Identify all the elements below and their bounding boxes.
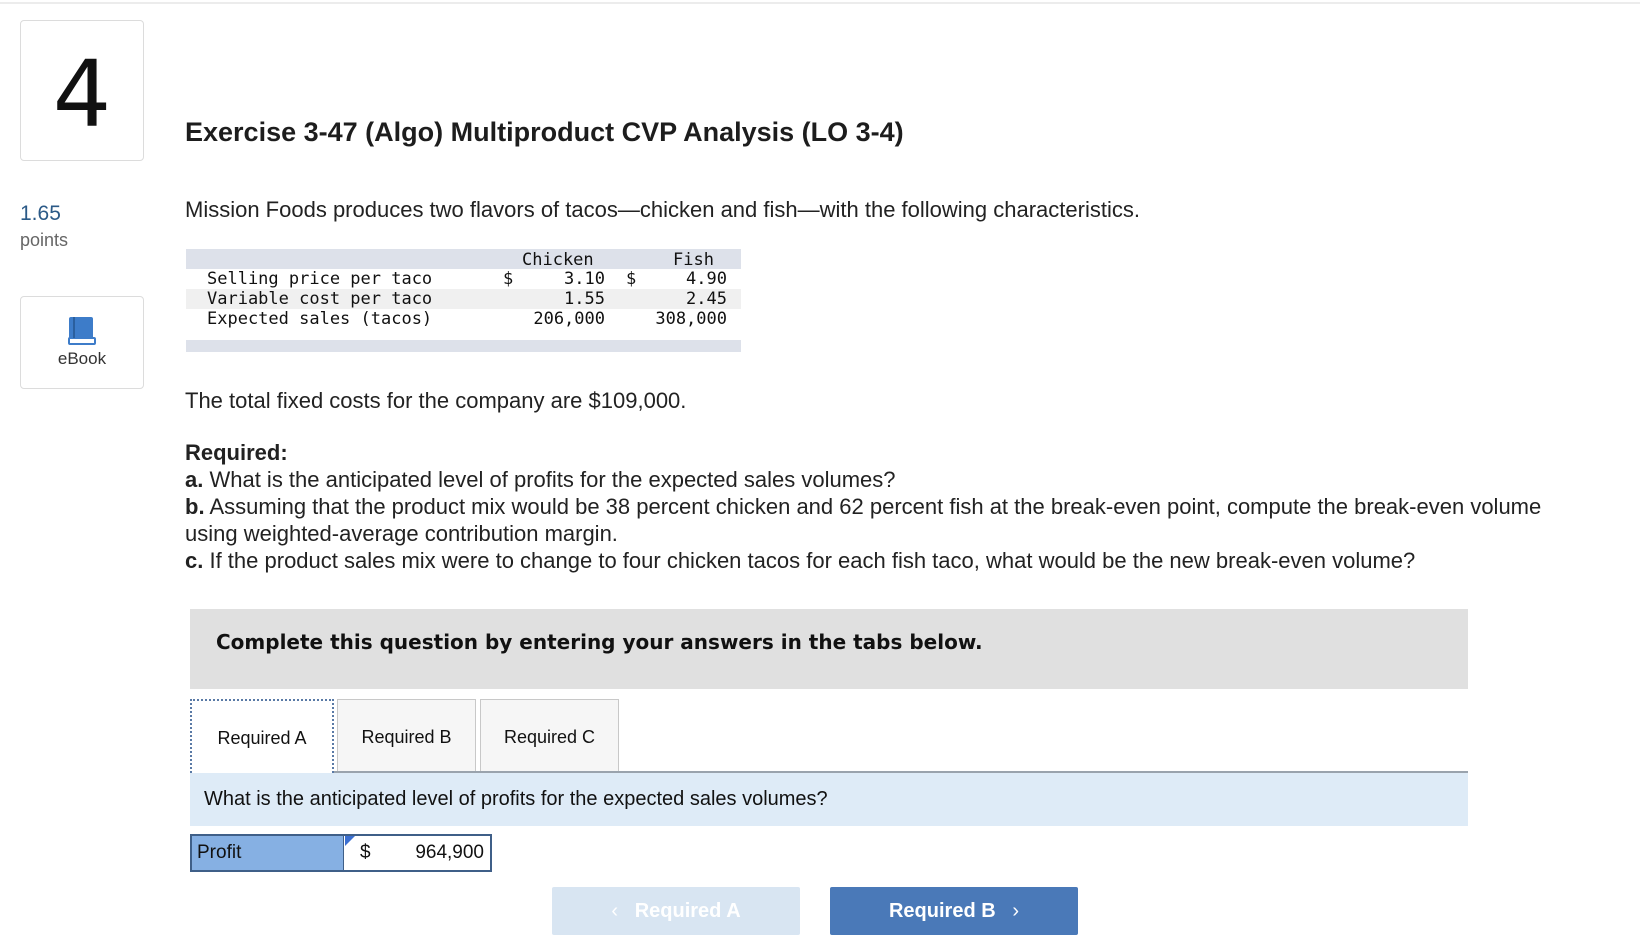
- points-label: points: [20, 230, 69, 250]
- table-header-band: [186, 249, 741, 269]
- chevron-left-icon: ‹: [611, 900, 619, 922]
- ebook-label: eBook: [57, 349, 107, 368]
- col-header-chicken: Chicken: [522, 250, 594, 270]
- answer-row: Profit $ 964,900: [190, 834, 492, 872]
- required-heading: Required:: [185, 440, 288, 465]
- required-section: Required: a. What is the anticipated lev…: [185, 439, 1585, 574]
- profit-input[interactable]: 964,900: [415, 842, 484, 864]
- required-item-a: a. What is the anticipated level of prof…: [185, 467, 896, 492]
- tab-required-b[interactable]: Required B: [337, 699, 476, 773]
- currency-symbol: $: [626, 269, 637, 289]
- intro-text: Mission Foods produces two flavors of ta…: [185, 197, 1140, 222]
- next-tab-label: Required B: [888, 900, 996, 922]
- taco-data-table: Chicken Fish Selling price per taco $ 3.…: [186, 249, 741, 352]
- required-item-c: c. If the product sales mix were to chan…: [185, 548, 1416, 573]
- col-header-fish: Fish: [673, 250, 714, 270]
- chicken-value: 206,000: [533, 309, 605, 329]
- question-number: 4: [52, 41, 112, 148]
- chicken-value: 3.10: [564, 269, 605, 289]
- question-number-box: 4: [20, 20, 144, 161]
- chicken-value: 1.55: [564, 289, 605, 309]
- required-item-b: b. Assuming that the product mix would b…: [185, 494, 1542, 546]
- ebook-button[interactable]: eBook: [20, 296, 144, 389]
- chevron-right-icon: ›: [1012, 900, 1020, 922]
- currency-symbol: $: [503, 269, 514, 289]
- table-row-label: Selling price per taco: [207, 269, 433, 289]
- instructions-text: Complete this question by entering your …: [216, 630, 983, 654]
- tab-question-bar: What is the anticipated level of profits…: [190, 773, 1468, 826]
- prev-tab-button[interactable]: ‹ Required A: [552, 887, 800, 935]
- table-row-label: Expected sales (tacos): [207, 309, 433, 329]
- fish-value: 2.45: [686, 289, 727, 309]
- fish-value: 308,000: [655, 309, 727, 329]
- exercise-title: Exercise 3-47 (Algo) Multiproduct CVP An…: [185, 117, 904, 147]
- top-divider: [0, 2, 1640, 4]
- answer-flag-icon: [345, 836, 355, 846]
- fish-value: 4.90: [686, 269, 727, 289]
- prev-tab-label: Required A: [634, 900, 741, 922]
- tab-required-c[interactable]: Required C: [480, 699, 619, 773]
- answer-currency: $: [360, 842, 371, 863]
- book-icon: [68, 317, 96, 345]
- fixed-costs-text: The total fixed costs for the company ar…: [185, 388, 687, 413]
- table-row-label: Variable cost per taco: [207, 289, 433, 309]
- points-value: 1.65: [20, 202, 61, 225]
- tab-question-text: What is the anticipated level of profits…: [204, 788, 828, 810]
- answer-label: Profit: [192, 836, 344, 870]
- instructions-banner: Complete this question by entering your …: [190, 609, 1468, 689]
- next-tab-button[interactable]: Required B ›: [830, 887, 1078, 935]
- table-footer-band: [186, 340, 741, 352]
- tab-required-a[interactable]: Required A: [190, 699, 334, 773]
